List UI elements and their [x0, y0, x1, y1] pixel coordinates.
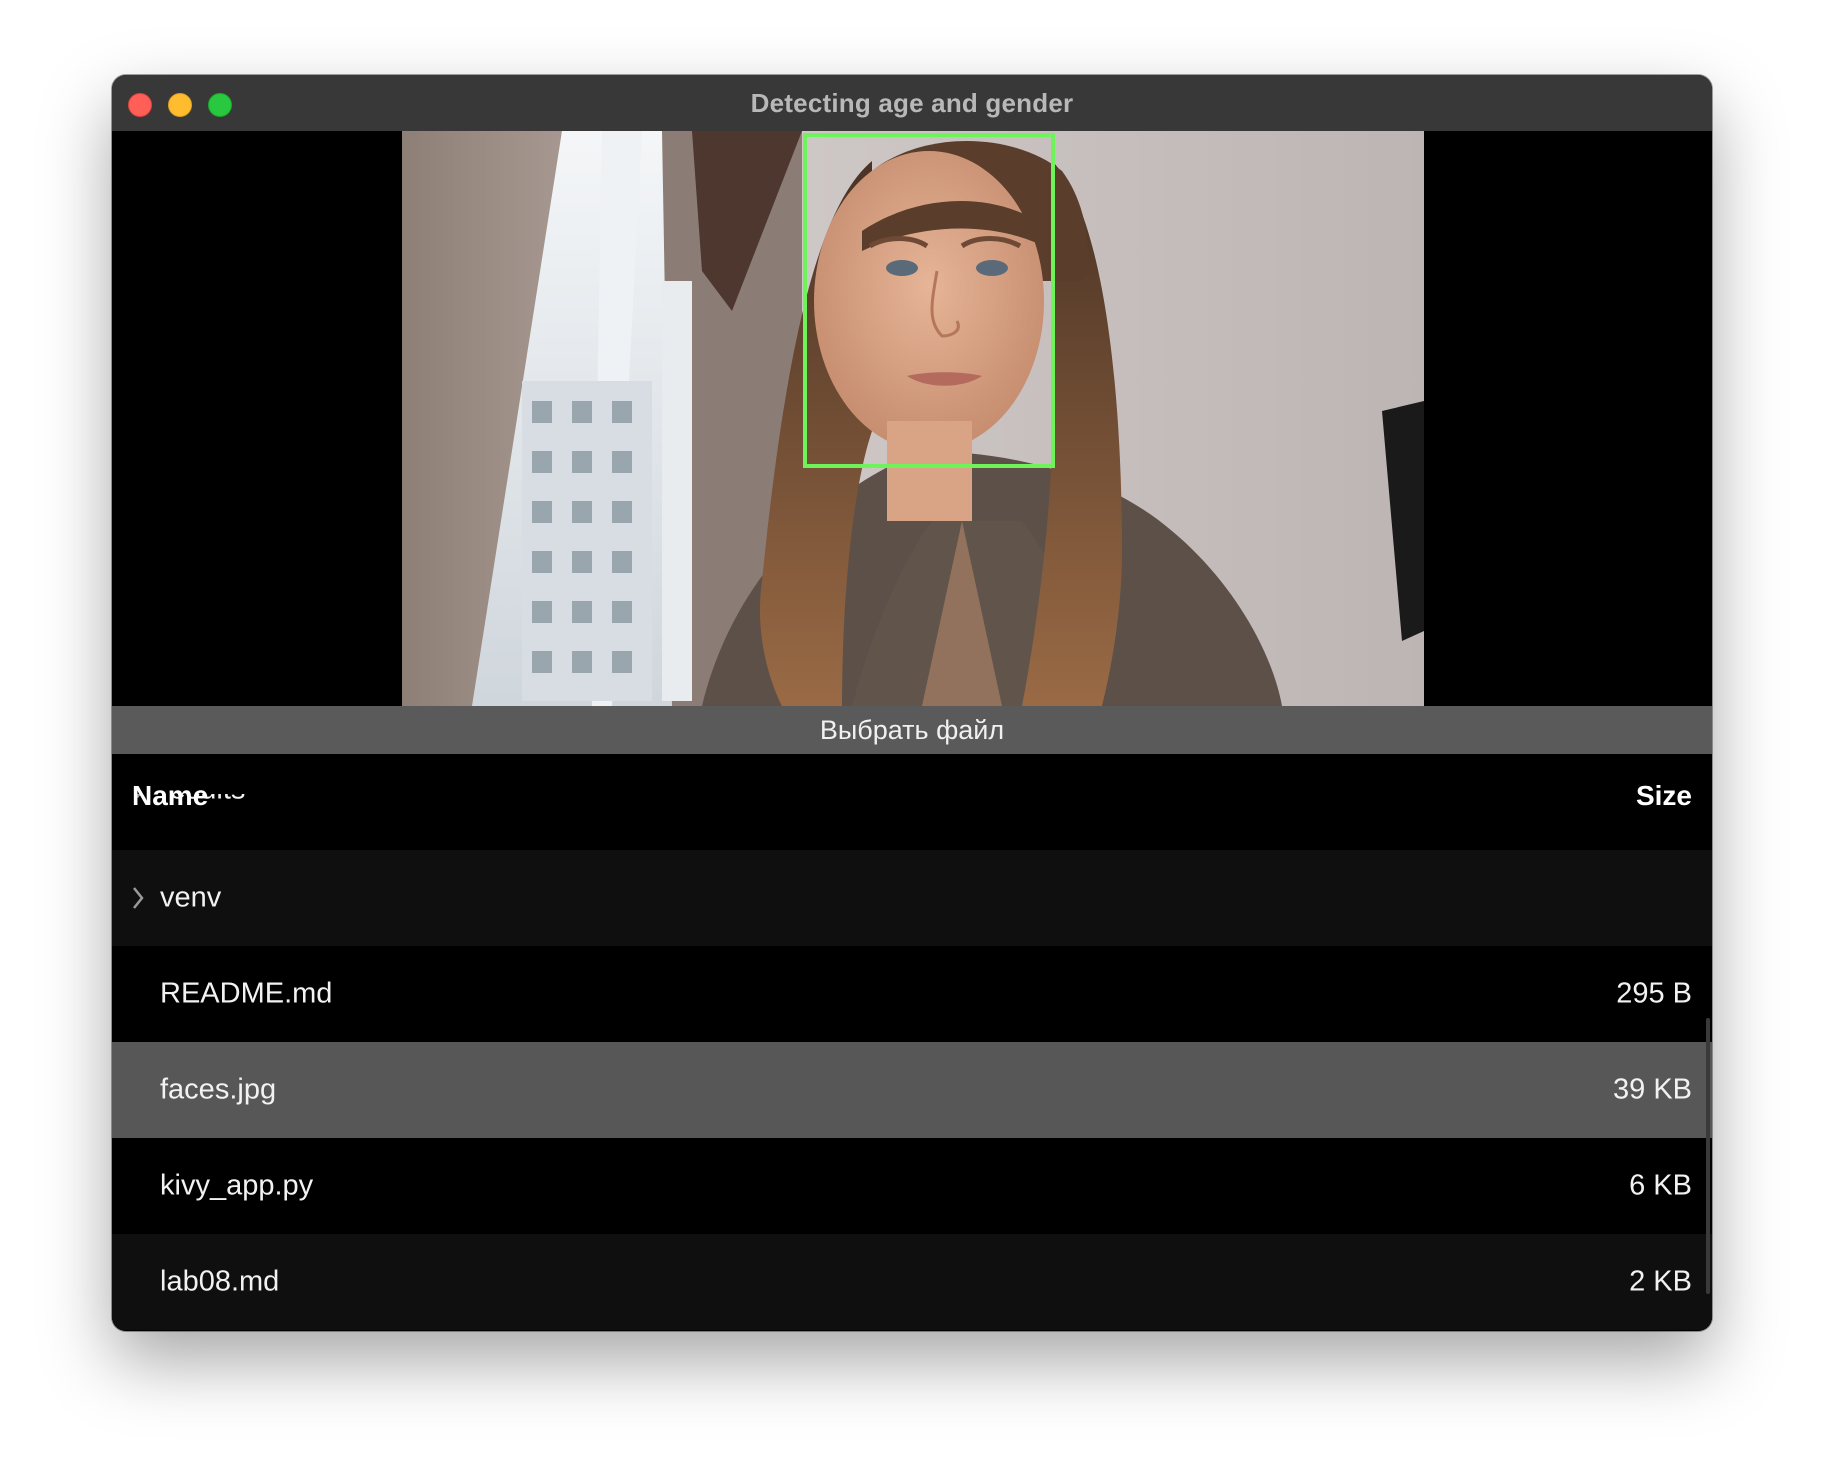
list-item-file[interactable]: kivy_app.py 6 KB [112, 1138, 1712, 1234]
file-size: 39 KB [1613, 1073, 1692, 1106]
file-name: lab08.md [160, 1265, 280, 1298]
preview-photo [402, 131, 1424, 706]
chevron-right-icon[interactable] [128, 884, 148, 912]
minimize-window-button[interactable] [168, 93, 192, 117]
file-name: kivy_app.py [160, 1169, 314, 1202]
size-column-header[interactable]: Size [1636, 780, 1692, 812]
choose-file-button[interactable]: Выбрать файл [112, 706, 1712, 754]
file-name: venv [160, 881, 222, 914]
file-size: 295 B [1616, 977, 1692, 1010]
list-scrollbar[interactable] [1706, 1018, 1710, 1294]
traffic-lights [128, 93, 232, 117]
name-column-header[interactable]: Name [132, 780, 208, 812]
window-title: Detecting age and gender [750, 87, 1074, 118]
list-item-file[interactable]: README.md 295 B [112, 946, 1712, 1042]
file-name: faces.jpg [160, 1073, 277, 1106]
zoom-window-button[interactable] [208, 93, 232, 117]
file-size: 6 KB [1629, 1169, 1692, 1202]
title-bar[interactable]: Detecting age and gender [112, 75, 1712, 131]
image-preview-area [112, 131, 1712, 706]
close-window-button[interactable] [128, 93, 152, 117]
file-list-header: Name Size [112, 754, 1712, 818]
list-item-file[interactable]: lab08.md 2 KB [112, 1234, 1712, 1330]
file-size: 2 KB [1629, 1265, 1692, 1298]
app-window: Detecting age and gender Выбрать файл Na… [112, 75, 1712, 1331]
list-item-folder[interactable]: venv [112, 850, 1712, 946]
list-item-file-selected[interactable]: faces.jpg 39 KB [112, 1042, 1712, 1138]
face-detection-box [803, 133, 1055, 468]
file-name: README.md [160, 977, 333, 1010]
file-chooser-list: Name Size results venv README.md 295 B f… [112, 754, 1712, 1331]
